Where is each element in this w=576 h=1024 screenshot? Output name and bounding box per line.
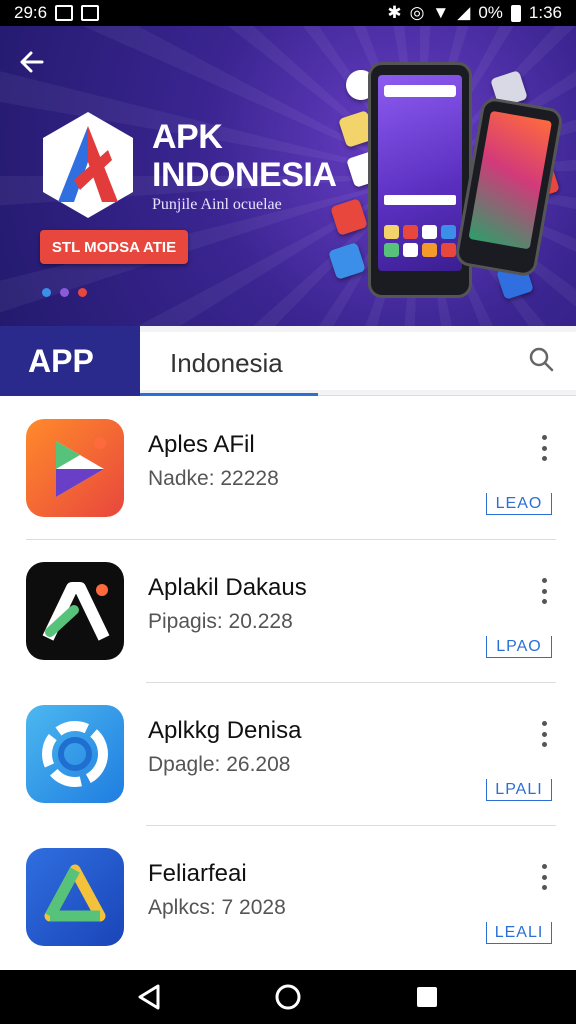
brand-subtitle: Punjile Ainl ocuelae [152, 196, 282, 213]
brand-title: APK INDONESIA [152, 118, 337, 194]
drive-orange-icon[interactable] [26, 419, 124, 517]
status-battery-text: 0% [478, 3, 503, 22]
nav-recents-icon[interactable] [412, 982, 442, 1012]
gear-blue-icon[interactable] [26, 705, 124, 803]
carousel-dot-1[interactable] [42, 288, 51, 297]
app-name: Aplkkg Denisa [148, 717, 302, 744]
phone-mockup-front [368, 62, 472, 298]
app-name: Aples AFil [148, 431, 255, 458]
app-name: Aplakil Dakaus [148, 574, 307, 601]
status-time-right: 1:36 [528, 3, 562, 22]
search-box[interactable]: Indonesia [140, 332, 576, 396]
app-action-button[interactable]: LEALI [486, 922, 552, 944]
search-icon[interactable] [528, 346, 554, 372]
list-item[interactable]: Aplakil Dakaus Pipagis: 20.228 LPAO [0, 540, 576, 683]
phone-screen-front [378, 75, 462, 271]
app-meta: Nadke: 22228 [148, 467, 279, 490]
app-meta: Dpagle: 26.208 [148, 753, 291, 776]
carousel-dot-2[interactable] [60, 288, 69, 297]
search-underline [140, 393, 318, 396]
app-action-button[interactable]: LPAO [486, 636, 552, 658]
brand-title-line2: INDONESIA [152, 156, 337, 194]
more-options-icon[interactable] [534, 721, 554, 747]
carousel-dots[interactable] [42, 288, 87, 297]
more-options-icon[interactable] [534, 435, 554, 461]
phone-screen-back [468, 110, 553, 250]
navigation-bar [0, 970, 576, 1024]
list-item[interactable]: Aplkkg Denisa Dpagle: 26.208 LPALI [0, 683, 576, 826]
list-item[interactable]: Feliarfeai Aplkcs: 7 2028 LEALI [0, 826, 576, 969]
app-meta: Pipagis: 20.228 [148, 610, 293, 633]
app-meta: Aplkcs: 7 2028 [148, 896, 286, 919]
vibrate-icon: ◎ [409, 3, 425, 22]
status-right: ✱ ◎ ▼ ◢ 0% 1:36 [387, 3, 562, 23]
a-letter-black-icon[interactable] [26, 562, 124, 660]
app-action-button[interactable]: LPALI [486, 779, 552, 801]
promo-banner[interactable]: APK INDONESIA Punjile Ainl ocuelae STL M… [0, 26, 576, 326]
search-row: APP Indonesia [0, 326, 576, 396]
banner-cta-button[interactable]: STL MODSA ATIE [40, 230, 188, 264]
apk-indonesia-logo-icon [43, 112, 133, 218]
app-action-button[interactable]: LEAO [486, 493, 552, 515]
carousel-dot-3[interactable] [78, 288, 87, 297]
more-options-icon[interactable] [534, 578, 554, 604]
notification-icon [55, 5, 74, 21]
status-left: 29:6 [14, 3, 100, 23]
drive-blue-icon[interactable] [26, 848, 124, 946]
wifi-icon: ▼ [432, 3, 450, 22]
status-time-left: 29:6 [14, 3, 48, 22]
bluetooth-icon: ✱ [387, 3, 402, 22]
search-input[interactable]: Indonesia [170, 348, 283, 379]
back-arrow-icon[interactable] [18, 48, 46, 82]
battery-icon [510, 4, 521, 22]
brand-title-line1: APK [152, 118, 223, 156]
status-bar: 29:6 ✱ ◎ ▼ ◢ 0% 1:36 [0, 0, 576, 26]
app-list: Aples AFil Nadke: 22228 LEAO Aplakil Dak… [0, 397, 576, 969]
more-options-icon[interactable] [534, 864, 554, 890]
list-item[interactable]: Aples AFil Nadke: 22228 LEAO [0, 397, 576, 540]
nav-home-icon[interactable] [273, 982, 303, 1012]
app-name: Feliarfeai [148, 860, 247, 887]
app-category-label[interactable]: APP [0, 326, 140, 396]
image-notification-icon [81, 5, 100, 21]
signal-icon: ◢ [457, 3, 471, 22]
nav-back-icon[interactable] [134, 982, 164, 1012]
